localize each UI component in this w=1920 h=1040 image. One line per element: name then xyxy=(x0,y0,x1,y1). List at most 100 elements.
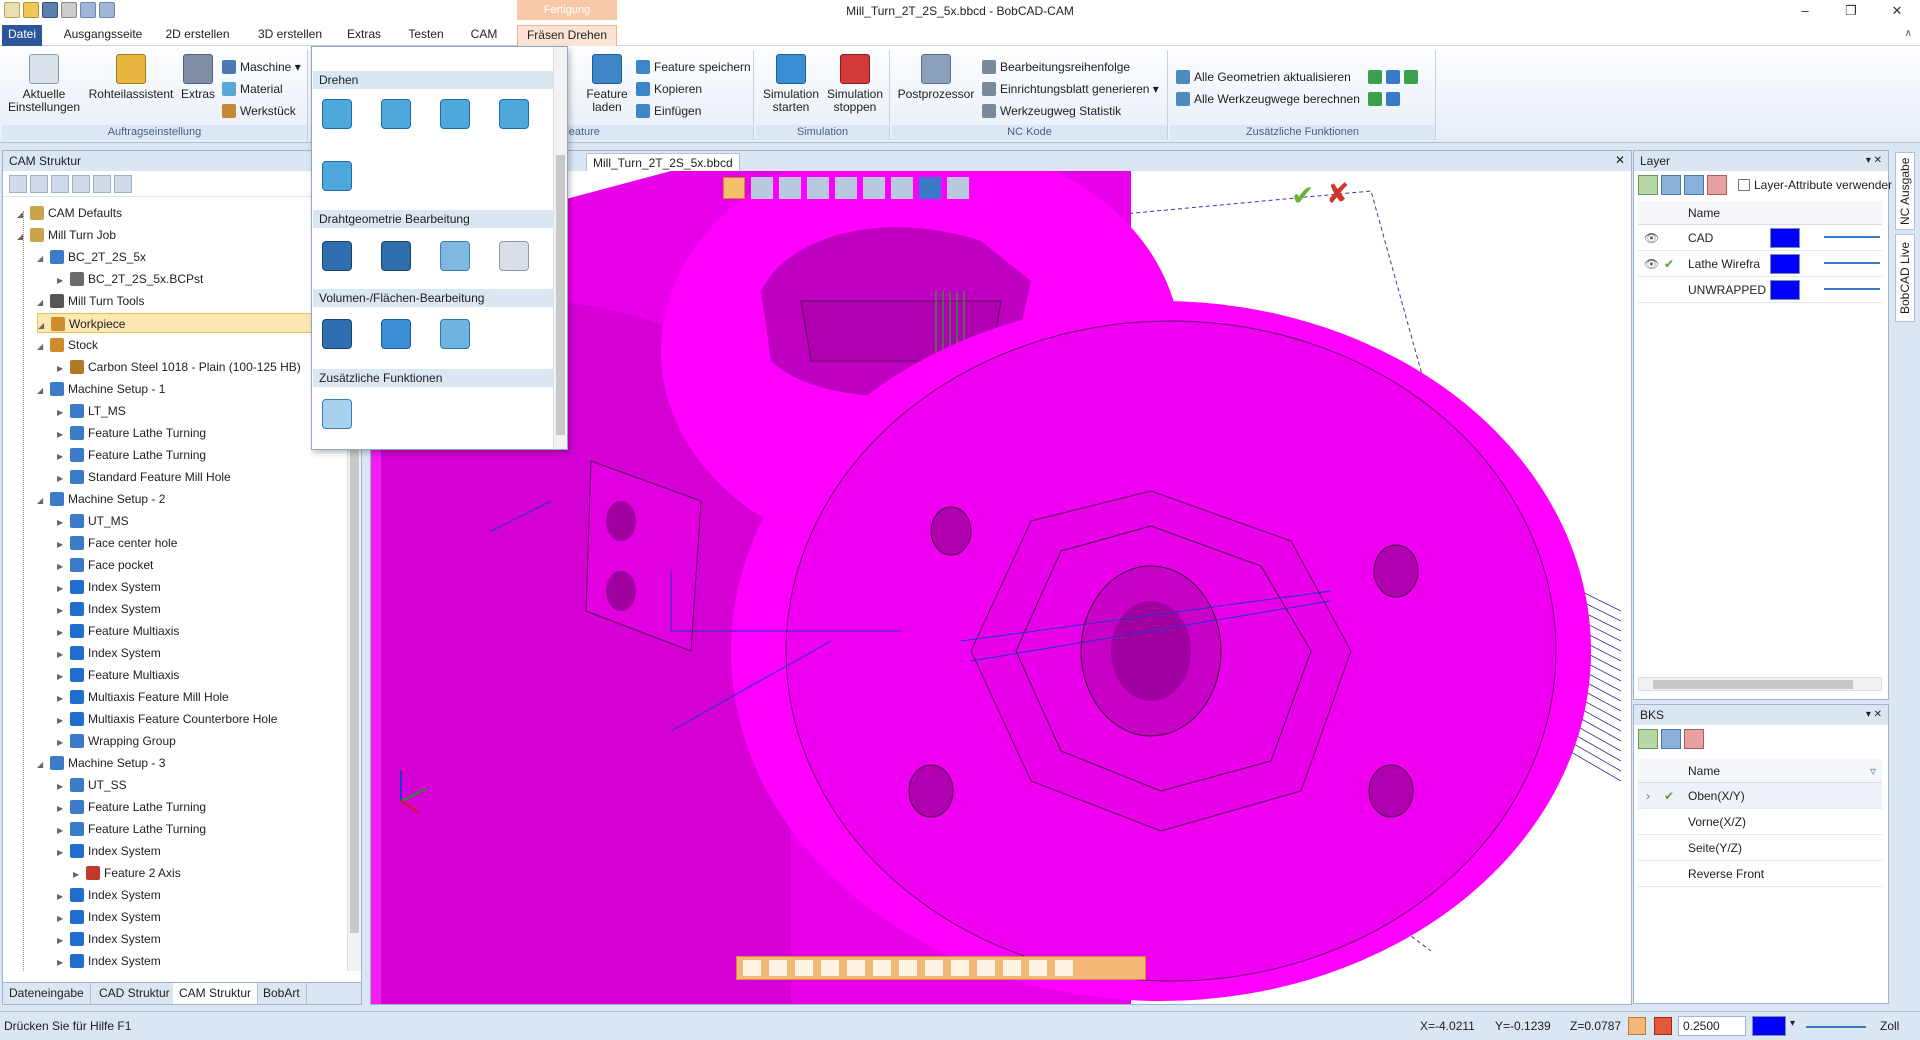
tolerance-input[interactable]: 0.2500 xyxy=(1678,1016,1746,1036)
postprozessor-button[interactable]: Postprozessor xyxy=(896,54,976,101)
einrichtungsblatt-button[interactable]: Einrichtungsblatt generieren ▾ xyxy=(982,80,1159,98)
tab-bobart[interactable]: BobArt xyxy=(257,983,307,1004)
document-close-icon[interactable]: ✕ xyxy=(1615,153,1625,167)
werkzeugweg-statistik-button[interactable]: Werkzeugweg Statistik xyxy=(982,102,1121,120)
expander-icon[interactable]: ▶ xyxy=(57,777,67,797)
layer-row[interactable]: 👁 ✔ Lathe Wirefra xyxy=(1638,251,1882,277)
chevron-down-icon[interactable]: ▾ xyxy=(1790,1018,1795,1029)
wire-2axis-icon[interactable] xyxy=(322,241,352,271)
alle-geometrien-button[interactable]: Alle Geometrien aktualisieren xyxy=(1176,68,1351,86)
simulation-stoppen-button[interactable]: Simulation stoppen xyxy=(824,54,886,114)
filter-icon[interactable]: ▿ xyxy=(1870,759,1876,783)
line-style-icon[interactable] xyxy=(1824,225,1880,238)
tab-bobcad-live[interactable]: BobCAD Live xyxy=(1895,234,1915,322)
expander-icon[interactable]: ▶ xyxy=(57,469,67,489)
bks-row[interactable]: Seite(Y/Z) xyxy=(1638,835,1882,861)
expander-icon[interactable]: ▶ xyxy=(57,689,67,709)
wrap-feature-icon[interactable] xyxy=(322,399,352,429)
simulation-starten-button[interactable]: Simulation starten xyxy=(760,54,822,114)
expander-icon[interactable]: ▶ xyxy=(57,799,67,819)
expander-icon[interactable]: ◢ xyxy=(37,755,47,775)
layer-color-swatch[interactable] xyxy=(1770,280,1800,300)
expander-icon[interactable]: ◢ xyxy=(37,337,47,357)
aktuelle-einstellungen-button[interactable]: Aktuelle Einstellungen xyxy=(6,54,82,114)
expander-icon[interactable]: ▶ xyxy=(57,733,67,753)
expander-icon[interactable]: ◢ xyxy=(38,316,48,336)
cutoff-icon[interactable] xyxy=(322,161,352,191)
delete-ucs-icon[interactable] xyxy=(1684,729,1704,749)
material-button[interactable]: Material xyxy=(222,80,283,98)
tree-tool-icon[interactable] xyxy=(9,175,27,193)
tree-node[interactable]: ◢ Mill Turn Tools xyxy=(37,291,144,311)
expander-icon[interactable]: ▶ xyxy=(57,645,67,665)
expander-icon[interactable]: ▶ xyxy=(57,821,67,841)
expander-icon[interactable]: ▶ xyxy=(57,513,67,533)
tab-dateneingabe[interactable]: Dateneingabe xyxy=(3,983,91,1004)
tree-tool-icon[interactable] xyxy=(114,175,132,193)
tree-node[interactable]: ▶ Index System xyxy=(57,577,161,597)
tree-node[interactable]: ▶ Index System xyxy=(57,841,161,861)
expander-icon[interactable]: ▶ xyxy=(57,623,67,643)
close-icon[interactable]: ✕ xyxy=(1874,0,1920,22)
wire-pocket-icon[interactable] xyxy=(381,241,411,271)
ribbon-collapse-icon[interactable]: ∧ xyxy=(1905,28,1912,39)
bks-row[interactable]: Reverse Front xyxy=(1638,861,1882,887)
layer-color-swatch[interactable] xyxy=(1770,228,1800,248)
tree-node[interactable]: ◢ CAM Defaults xyxy=(17,203,122,223)
boring-icon[interactable] xyxy=(381,99,411,129)
tree-tool-icon[interactable] xyxy=(51,175,69,193)
unit-selector[interactable]: Zoll xyxy=(1880,1019,1899,1033)
tree-node[interactable]: ▶ Feature Lathe Turning xyxy=(57,445,206,465)
expander-icon[interactable]: ▶ xyxy=(57,425,67,445)
scrollbar-thumb[interactable] xyxy=(556,155,565,435)
eye-icon[interactable]: 👁 xyxy=(1644,251,1659,277)
checkbox-icon[interactable] xyxy=(1738,179,1750,191)
document-tab[interactable]: Mill_Turn_2T_2S_5x.bbcd xyxy=(586,153,740,171)
zoom-icon[interactable] xyxy=(835,177,857,199)
zoom-fit-icon[interactable] xyxy=(863,177,885,199)
alle-werkzeugwege-button[interactable]: Alle Werkzeugwege berechnen xyxy=(1176,90,1360,108)
expander-icon[interactable]: ▶ xyxy=(57,931,67,951)
expander-icon[interactable]: ▶ xyxy=(57,667,67,687)
expander-icon[interactable]: ▶ xyxy=(57,403,67,423)
expander-icon[interactable]: ▶ xyxy=(57,271,67,291)
snap-icon[interactable] xyxy=(977,960,995,976)
expander-icon[interactable]: ◢ xyxy=(37,293,47,313)
tree-node[interactable]: ▶ UT_SS xyxy=(57,775,127,795)
tree-node[interactable]: ◢ Machine Setup - 2 xyxy=(37,489,165,509)
expander-icon[interactable]: ▶ xyxy=(73,865,83,885)
expander-icon[interactable]: ◢ xyxy=(17,205,27,225)
tree-node[interactable]: ◢ Machine Setup - 3 xyxy=(37,753,165,773)
expander-icon[interactable]: ▶ xyxy=(57,909,67,929)
snap-icon[interactable] xyxy=(795,960,813,976)
tree-node[interactable]: ▶ Feature Lathe Turning xyxy=(57,423,206,443)
tree-node[interactable]: ▶ LT_MS xyxy=(57,401,126,421)
bks-row[interactable]: › ✔ Oben(X/Y) xyxy=(1638,783,1882,809)
tree-node[interactable]: ◢ Workpiece xyxy=(37,313,333,333)
tab-ausgangsseite[interactable]: Ausgangsseite xyxy=(48,25,158,46)
tree-node[interactable]: ▶ Feature Lathe Turning xyxy=(57,819,206,839)
snap-icon[interactable] xyxy=(925,960,943,976)
snap-icon[interactable] xyxy=(951,960,969,976)
werkstueck-button[interactable]: Werkstück xyxy=(222,102,296,120)
tree-node[interactable]: ▶ Face center hole xyxy=(57,533,177,553)
grooving-icon[interactable] xyxy=(440,99,470,129)
expander-icon[interactable]: ▶ xyxy=(57,579,67,599)
snap-icon[interactable] xyxy=(769,960,787,976)
add-ucs-icon[interactable] xyxy=(1638,729,1658,749)
tree-node[interactable]: ▶ Feature 2 Axis xyxy=(73,863,181,883)
maschine-button[interactable]: Maschine ▾ xyxy=(222,58,301,76)
zoom-window-icon[interactable] xyxy=(807,177,829,199)
move-down-icon[interactable] xyxy=(1684,175,1704,195)
rotate-icon[interactable] xyxy=(779,177,801,199)
tree-tool-icon[interactable] xyxy=(72,175,90,193)
wire-3d-icon[interactable] xyxy=(440,241,470,271)
tab-testen[interactable]: Testen xyxy=(400,25,452,46)
delete-layer-icon[interactable] xyxy=(1707,175,1727,195)
expander-icon[interactable]: ▶ xyxy=(57,359,67,379)
tab-cam[interactable]: CAM xyxy=(462,25,506,46)
snap-icon[interactable] xyxy=(847,960,865,976)
snap-mode-icon[interactable] xyxy=(1628,1017,1646,1035)
threading-icon[interactable] xyxy=(499,99,529,129)
kopieren-button[interactable]: Kopieren xyxy=(636,80,702,98)
